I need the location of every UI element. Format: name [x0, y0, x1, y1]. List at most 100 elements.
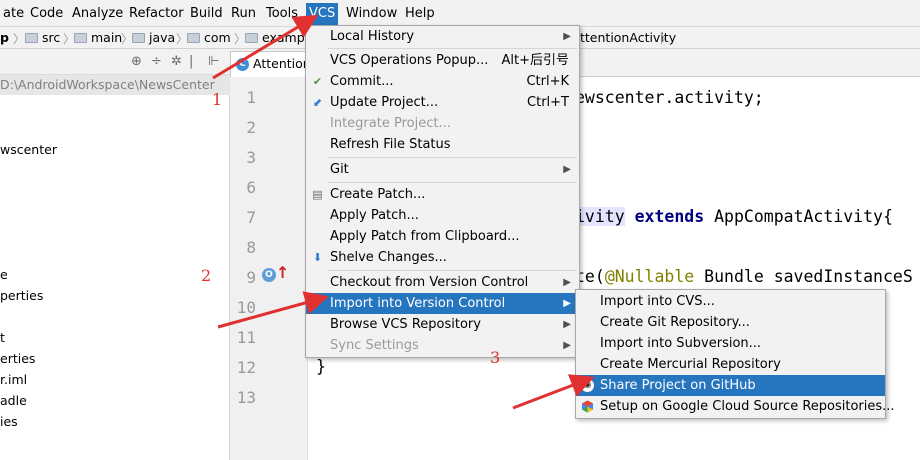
menu-item-google-cloud[interactable]: Setup on Google Cloud Source Repositorie… [576, 396, 895, 417]
pin-icon[interactable]: ⊩ [208, 54, 219, 69]
menu-item-label: Shelve Changes... [330, 250, 447, 265]
tree-item[interactable]: adle [0, 393, 27, 408]
folder-icon [187, 33, 200, 43]
menu-item-label: Browse VCS Repository [330, 317, 481, 332]
tree-item[interactable]: wscenter [0, 142, 57, 157]
menu-window[interactable]: Window [343, 4, 400, 24]
ide-window: ate Code Analyze Refactor Build Run Tool… [0, 0, 920, 460]
menu-item-refresh-file-status[interactable]: Refresh File Status [306, 134, 579, 155]
line-number: 6 [246, 178, 256, 197]
breadcrumb-com[interactable]: com [187, 30, 231, 46]
menu-bar: ate Code Analyze Refactor Build Run Tool… [0, 0, 920, 27]
menu-item-import-cvs[interactable]: Import into CVS... [576, 291, 885, 312]
menu-item-label: Import into Subversion... [600, 336, 762, 351]
tree-item[interactable]: erties [0, 351, 35, 366]
menu-item-shortcut: Ctrl+K [526, 74, 569, 89]
line-number: 3 [246, 148, 256, 167]
menu-item-label: Refresh File Status [330, 137, 451, 152]
folder-icon [132, 33, 145, 43]
line-number: 10 [236, 298, 256, 317]
menu-refactor[interactable]: Refactor [126, 4, 187, 24]
menu-item-label: VCS Operations Popup... [330, 53, 489, 68]
code-line-1: ewscenter.activity; [575, 88, 764, 107]
code-token: AppCompatActivity{ [714, 207, 893, 226]
menu-analyze[interactable]: Analyze [69, 4, 126, 24]
menu-help[interactable]: Help [402, 4, 438, 24]
line-number: 1 [246, 88, 256, 107]
menu-item-checkout[interactable]: Checkout from Version Control ▶ [306, 272, 579, 293]
tree-item[interactable]: t [0, 330, 5, 345]
arrow-up-icon[interactable]: ↑ [276, 263, 289, 282]
override-gutter-icon[interactable]: O [262, 268, 276, 282]
menu-item-integrate-project: Integrate Project... [306, 113, 579, 134]
menu-separator [328, 48, 577, 49]
submenu-arrow-icon: ▶ [563, 31, 571, 42]
menu-item-vcs-operations-popup[interactable]: VCS Operations Popup... Alt+后引号 [306, 50, 579, 71]
class-file-icon: C [236, 58, 249, 71]
commit-icon: ✔ [312, 75, 323, 88]
menu-navigate[interactable]: ate [0, 4, 27, 24]
code-line-9: te(@Nullable Bundle savedInstanceS [575, 267, 913, 286]
submenu-arrow-icon: ▶ [563, 319, 571, 330]
submenu-arrow-icon: ▶ [563, 164, 571, 175]
vcs-menu: Local History ▶ VCS Operations Popup... Al… [305, 25, 580, 358]
breadcrumb-label: src [42, 30, 61, 45]
menu-item-update-project[interactable]: ⬋ Update Project... Ctrl+T [306, 92, 579, 113]
menu-item-git[interactable]: Git ▶ [306, 159, 579, 180]
google-cloud-icon [581, 400, 594, 413]
hide-icon[interactable]: | [189, 54, 193, 69]
menu-separator [328, 182, 577, 183]
menu-item-label: Create Patch... [330, 187, 426, 202]
breadcrumb-java[interactable]: java [132, 30, 175, 46]
menu-item-apply-patch-clipboard[interactable]: Apply Patch from Clipboard... [306, 226, 579, 247]
line-number: 12 [236, 358, 256, 377]
menu-item-shortcut: Ctrl+T [527, 95, 569, 110]
menu-item-label: Commit... [330, 74, 394, 89]
tree-item[interactable]: e [0, 267, 8, 282]
menu-build[interactable]: Build [187, 4, 226, 24]
project-root-path[interactable]: D:\AndroidWorkspace\NewsCenter [0, 75, 230, 95]
tree-item[interactable]: perties [0, 288, 43, 303]
import-submenu: Import into CVS... Create Git Repository… [575, 289, 895, 419]
step-number-2: 2 [201, 266, 212, 285]
menu-item-browse-vcs[interactable]: Browse VCS Repository ▶ [306, 314, 579, 335]
step-number-1: 1 [212, 90, 223, 109]
chevron-right-icon: 〉 [660, 32, 673, 46]
menu-item-create-git-repo[interactable]: Create Git Repository... [576, 312, 885, 333]
settings-icon[interactable]: ✲ [171, 54, 182, 69]
patch-icon: ▤ [312, 188, 323, 201]
menu-item-label: Share Project on GitHub [600, 378, 756, 393]
menu-item-shelve-changes[interactable]: ⬇ Shelve Changes... [306, 247, 579, 268]
menu-item-apply-patch[interactable]: Apply Patch... [306, 205, 579, 226]
breadcrumb-project[interactable]: p [0, 30, 9, 46]
menu-item-import-subversion[interactable]: Import into Subversion... [576, 333, 885, 354]
menu-tools[interactable]: Tools [263, 4, 301, 24]
github-icon: ◉ [581, 379, 594, 392]
menu-separator [328, 157, 577, 158]
breadcrumb-example[interactable]: exampl [245, 30, 308, 46]
folder-icon [25, 33, 38, 43]
update-icon: ⬋ [312, 96, 323, 109]
tree-item[interactable]: r.iml [0, 372, 27, 387]
collapse-icon[interactable]: ÷ [151, 54, 162, 69]
breadcrumb-src[interactable]: src [25, 30, 60, 46]
menu-vcs[interactable]: VCS [306, 3, 339, 25]
menu-code[interactable]: Code [27, 4, 66, 24]
line-number: 2 [246, 118, 256, 137]
menu-item-create-mercurial[interactable]: Create Mercurial Repository [576, 354, 885, 375]
menu-item-create-patch[interactable]: ▤ Create Patch... [306, 184, 579, 205]
menu-item-sync-settings: Sync Settings ▶ [306, 335, 579, 356]
menu-item-local-history[interactable]: Local History ▶ [306, 26, 579, 47]
locate-icon[interactable]: ⊕ [131, 54, 142, 69]
line-number: 9 [246, 268, 256, 287]
tab-label: Attention [253, 56, 311, 71]
menu-item-commit[interactable]: ✔ Commit... Ctrl+K [306, 71, 579, 92]
menu-item-share-github[interactable]: ◉ Share Project on GitHub [576, 375, 885, 396]
menu-run[interactable]: Run [228, 4, 259, 24]
breadcrumb-main[interactable]: main [74, 30, 122, 46]
shelve-icon: ⬇ [312, 251, 323, 264]
menu-item-label: Checkout from Version Control [330, 275, 529, 290]
menu-item-import-into-vcs[interactable]: Import into Version Control ▶ [306, 293, 579, 314]
tree-item[interactable]: ies [0, 414, 18, 429]
menu-item-label: Update Project... [330, 95, 439, 110]
